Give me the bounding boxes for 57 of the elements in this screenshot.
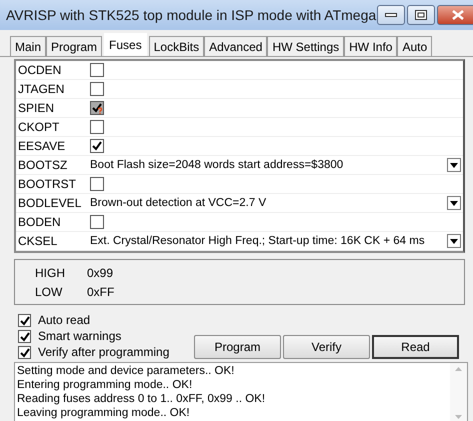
- action-button[interactable]: Program: [194, 335, 281, 359]
- minimize-button[interactable]: [377, 5, 406, 25]
- tab[interactable]: Main: [10, 36, 46, 56]
- checkbox[interactable]: [90, 82, 104, 96]
- checkbox[interactable]: [18, 330, 31, 342]
- fuse-name: BOOTSZ: [17, 158, 68, 172]
- option-label: Verify after programming: [38, 345, 170, 359]
- checkbox[interactable]: [90, 177, 104, 191]
- fuse-register-value: 0x99: [87, 266, 114, 280]
- action-button[interactable]: Read: [372, 335, 459, 359]
- option-label: Smart warnings: [38, 329, 122, 343]
- dropdown-value: Boot Flash size=2048 words start address=$3800: [90, 159, 344, 171]
- dropdown-arrow-icon: [450, 200, 458, 206]
- tab[interactable]: Advanced: [204, 36, 268, 56]
- fuse-name: EESAVE: [17, 139, 66, 153]
- fuse-name: BODLEVEL: [17, 196, 82, 210]
- checkbox[interactable]: [90, 215, 104, 229]
- scroll-down-icon: [455, 415, 462, 419]
- tab[interactable]: Fuses: [104, 33, 147, 56]
- fuse-name: SPIEN: [17, 101, 56, 115]
- fuse-name: JTAGEN: [17, 82, 66, 96]
- checkbox[interactable]: [90, 139, 104, 153]
- fuse-name: CKOPT: [17, 120, 60, 134]
- action-button[interactable]: Verify: [283, 335, 370, 359]
- dropdown-value: Brown-out detection at VCC=2.7 V: [90, 197, 266, 209]
- checkbox[interactable]: [90, 63, 104, 77]
- dropdown[interactable]: Brown-out detection at VCC=2.7 V: [90, 196, 461, 210]
- dropdown-value: Ext. Crystal/Resonator High Freq.; Start-up time: 16K CK + 64 ms: [90, 235, 425, 247]
- close-icon: [452, 10, 464, 20]
- maximize-button[interactable]: [407, 5, 436, 25]
- close-button[interactable]: [437, 5, 473, 25]
- fuse-name: OCDEN: [17, 63, 62, 77]
- fuse-name: CKSEL: [17, 234, 58, 248]
- tab[interactable]: LockBits: [148, 36, 204, 56]
- maximize-icon: [415, 10, 428, 20]
- window-title: AVRISP with STK525 top module in ISP mode with ATmega: [6, 7, 376, 23]
- checkbox[interactable]: [90, 120, 104, 134]
- dropdown-arrow-icon: [450, 162, 458, 168]
- checkbox[interactable]: [18, 314, 31, 326]
- option-label: Auto read: [38, 313, 90, 327]
- scrollbar[interactable]: [450, 363, 467, 421]
- log-text: Setting mode and device parameters.. OK! Entering programming mode.. OK! Reading fuses address 0 to 1.. 0xFF, 0x99 .. OK! Leaving programming mode.. OK!: [16, 364, 266, 421]
- tab[interactable]: HW Settings: [267, 36, 344, 56]
- tab[interactable]: Auto: [397, 36, 432, 56]
- tab[interactable]: Program: [46, 36, 102, 56]
- checkbox[interactable]: [18, 346, 31, 358]
- fuse-register-name: HIGH: [34, 266, 66, 280]
- fuse-register-name: LOW: [34, 284, 64, 298]
- dropdown-arrow-icon: [450, 238, 458, 244]
- scroll-up-icon: [455, 367, 462, 371]
- fuse-name: BODEN: [17, 215, 62, 229]
- fuse-name: BOOTRST: [17, 177, 78, 191]
- fuse-register-value: 0xFF: [87, 284, 114, 298]
- dropdown[interactable]: Boot Flash size=2048 words start address=$3800: [90, 158, 461, 172]
- dropdown[interactable]: Ext. Crystal/Resonator High Freq.; Start-up time: 16K CK + 64 ms: [90, 234, 461, 248]
- minimize-icon: [385, 12, 398, 18]
- tab[interactable]: HW Info: [344, 36, 398, 56]
